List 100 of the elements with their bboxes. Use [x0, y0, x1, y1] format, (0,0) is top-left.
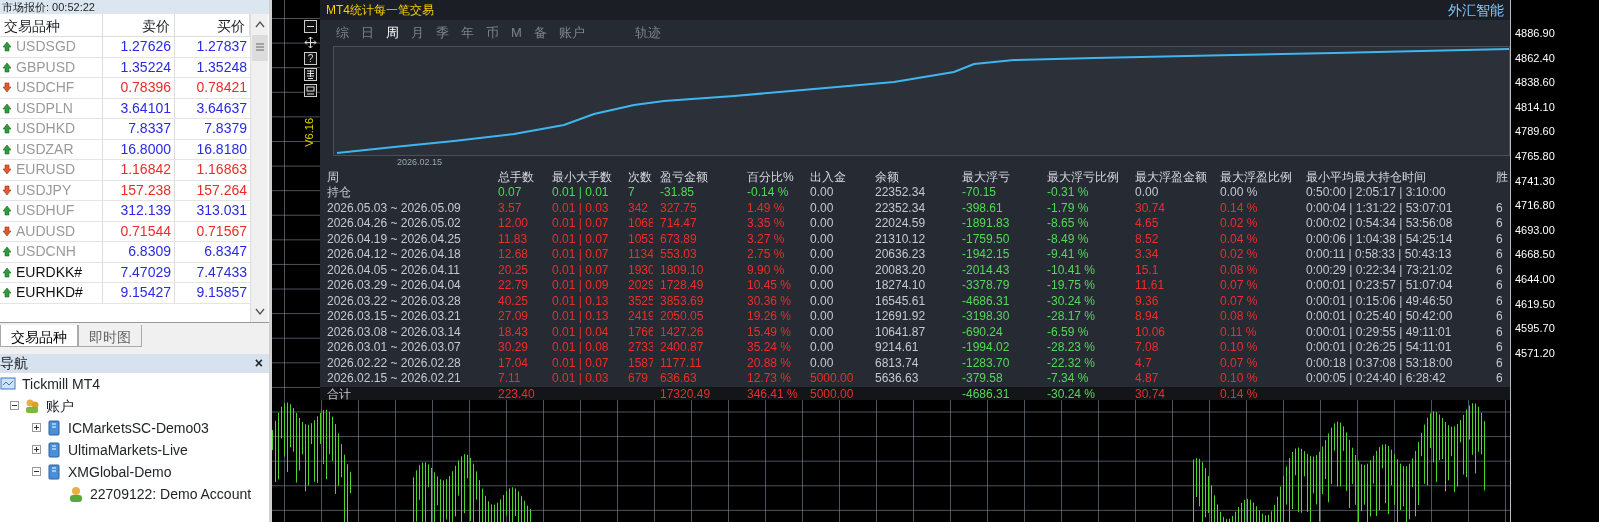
table-cell-text: -2014.43: [961, 262, 1011, 278]
period-tab[interactable]: 季: [436, 20, 449, 46]
table-cell-text: 4.7: [1134, 355, 1153, 371]
column-header[interactable]: 卖价: [103, 14, 175, 36]
table-cell-text: -31.85: [659, 185, 696, 201]
column-header: 次数: [627, 169, 653, 185]
table-cell-text: 0.01 | 0.07: [551, 216, 610, 232]
table-cell-text: -0.31 %: [1046, 185, 1090, 201]
table-cell-text: 0.01 | 0.03: [551, 200, 610, 216]
panel-tab[interactable]: 交易品种: [0, 324, 78, 347]
grid-glyph-icon[interactable]: [304, 68, 317, 81]
period-tab[interactable]: M: [511, 20, 522, 46]
table-cell-text: 5000.00: [809, 386, 855, 400]
table-cell-text: 0:00:06 | 1:04:38 | 54:25:14: [1305, 231, 1454, 247]
panel-tab[interactable]: 即时图: [78, 324, 142, 347]
collapse-icon[interactable]: [32, 467, 41, 477]
table-cell-text: 327.75: [659, 200, 698, 216]
table-cell-text: 15.1: [1134, 262, 1160, 278]
table-cell-text: -1942.15: [961, 247, 1011, 263]
period-tab[interactable]: 日: [361, 20, 374, 46]
tree-item[interactable]: UltimaMarkets-Live: [68, 438, 188, 461]
table-cell-text: 0.02 %: [1219, 216, 1259, 232]
price-label: 4668.50: [1514, 247, 1556, 263]
scrollbar-thumb[interactable]: [251, 35, 269, 61]
symbol-name: USDPLN: [16, 98, 73, 118]
scroll-up-icon[interactable]: [255, 21, 265, 28]
table-cell-text: -1283.70: [961, 355, 1011, 371]
period-tab[interactable]: 综: [336, 20, 349, 46]
table-cell: 1728.49: [653, 278, 740, 294]
table-cell-text: 12.73 %: [746, 371, 793, 387]
table-cell-text: 20.25: [497, 262, 530, 278]
period-tab[interactable]: 备: [533, 20, 547, 46]
period-tab[interactable]: 月: [411, 20, 424, 46]
symbol-name: USDSGD: [16, 37, 76, 57]
table-cell-text: 2026.03.15 ~ 2026.03.21: [326, 309, 462, 325]
ask-price: 16.8180: [195, 139, 248, 159]
help-button[interactable]: ?: [304, 52, 317, 65]
table-cell-text: 0.08 %: [1219, 262, 1259, 278]
window-glyph-icon[interactable]: [304, 84, 317, 97]
move-icon[interactable]: [304, 36, 317, 49]
column-header[interactable]: 交易品种: [0, 14, 103, 36]
expand-icon[interactable]: [32, 423, 41, 433]
table-cell: 673.89: [653, 231, 740, 247]
column-header: 最小平均最大持仓时间: [1305, 169, 1427, 185]
bid-price: 1.16842: [103, 160, 175, 180]
table-cell-text: 20.88 %: [746, 355, 793, 371]
table-cell-text: 346.41 %: [746, 386, 799, 400]
tree-item[interactable]: 22709122: Demo Account: [90, 482, 252, 505]
period-tab[interactable]: 账户: [558, 20, 585, 46]
panel-title: 导航: [0, 353, 28, 373]
tree-item[interactable]: XMGlobal-Demo: [68, 460, 172, 483]
table-cell-text: 0.00: [809, 293, 835, 309]
table-cell: 2050.05: [653, 309, 740, 325]
period-tab[interactable]: 年: [461, 20, 474, 46]
bid-price: 7.8337: [103, 119, 175, 139]
server-icon: [46, 463, 62, 480]
ask-price: 157.264: [195, 180, 248, 200]
bid-price: 16.8000: [103, 139, 175, 159]
tree-item[interactable]: ICMarketsSC-Demo03: [68, 416, 209, 439]
table-cell-text: 40.25: [497, 293, 530, 309]
minimize-icon[interactable]: [304, 20, 317, 33]
panel-title: 市场报价: 00:52:22: [0, 0, 269, 14]
table-cell-text: 0.10 %: [1219, 371, 1259, 387]
ask-price: 1.35248: [195, 57, 248, 77]
column-header: 出入金: [809, 169, 847, 185]
table-cell-text: 0:00:05 | 0:24:40 | 6:28:42: [1305, 371, 1447, 387]
bid-price: 9.15427: [103, 283, 175, 303]
column-header: 百分比%: [746, 169, 795, 185]
symbol-name: USDHKD: [16, 119, 76, 139]
table-cell-text: 2026.04.26 ~ 2026.05.02: [326, 216, 462, 232]
column-header: 最小大手数: [551, 169, 613, 185]
table-cell-text: 0.07 %: [1219, 293, 1259, 309]
table-cell-text: 6813.74: [874, 355, 920, 371]
table-cell-text: 223.40: [497, 386, 536, 400]
table-cell-text: 30.36 %: [746, 293, 793, 309]
scroll-down-icon[interactable]: [255, 307, 265, 315]
period-tab[interactable]: 币: [486, 20, 499, 46]
table-cell-text: -1759.50: [961, 231, 1011, 247]
table-cell: 714.47: [653, 216, 740, 232]
tree-item[interactable]: 账户: [46, 394, 74, 417]
server-icon: [46, 441, 62, 458]
price-label: 4619.50: [1514, 296, 1556, 312]
table-cell-text: 0.01 | 0.13: [551, 293, 610, 309]
table-cell-text: 4.65: [1134, 216, 1160, 232]
table-cell-text: 0:00:01 | 0:26:25 | 54:11:01: [1305, 340, 1453, 356]
table-cell-text: 0.01 | 0.03: [551, 371, 610, 387]
tree-item[interactable]: Tickmill MT4: [22, 372, 101, 395]
ask-price: 7.8379: [203, 119, 248, 138]
period-tab[interactable]: 周: [386, 20, 399, 46]
symbol-name: GBPUSD: [16, 57, 76, 77]
collapse-icon[interactable]: [10, 401, 19, 411]
table-cell-text: 11.61: [1134, 278, 1166, 294]
trail-tab[interactable]: 轨迹: [634, 20, 661, 46]
table-cell-text: 11.83: [497, 231, 529, 247]
close-button[interactable]: ×: [254, 353, 263, 373]
table-cell-text: -379.58: [961, 371, 1004, 387]
table-cell-text: 6: [1495, 340, 1504, 356]
ask-price: 1.27837: [195, 37, 248, 56]
bid-price: 1.35224: [103, 57, 175, 77]
expand-icon[interactable]: [32, 445, 41, 455]
